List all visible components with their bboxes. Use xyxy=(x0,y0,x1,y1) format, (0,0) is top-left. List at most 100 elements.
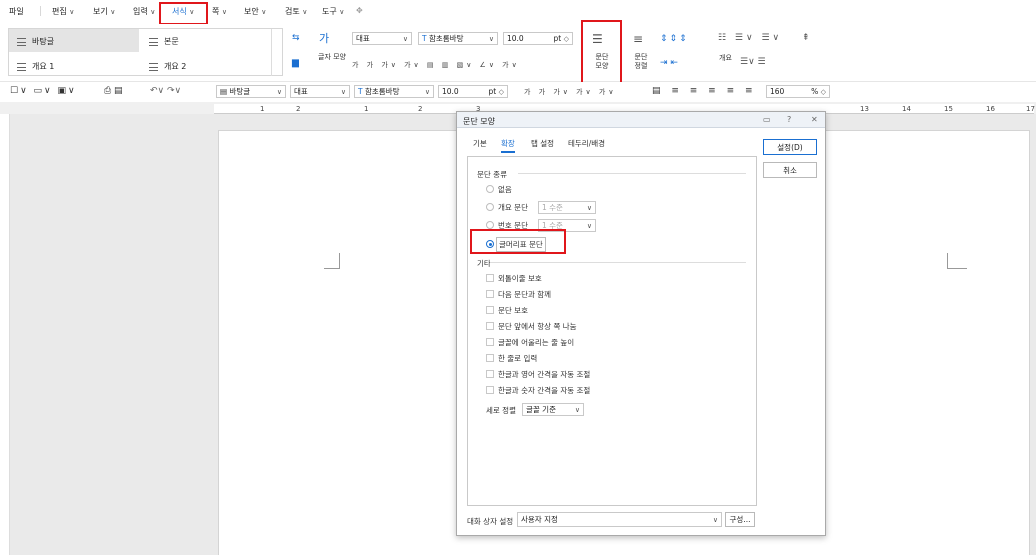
menu-page[interactable]: 쪽 ∨ xyxy=(212,6,227,17)
check-single-line[interactable] xyxy=(486,354,494,362)
cancel-button[interactable]: 취소 xyxy=(763,162,817,178)
para-shape-icon[interactable]: ☰ xyxy=(592,32,603,46)
radio-none[interactable] xyxy=(486,185,494,193)
menu-security[interactable]: 보안 ∨ xyxy=(244,6,266,17)
outline-level-dropdown[interactable]: 1 수준 ∨ xyxy=(538,201,596,214)
menu-separator xyxy=(40,6,41,16)
tab-tab-settings[interactable]: 탭 설정 xyxy=(531,138,554,149)
para-align-label[interactable]: 문단 정렬 xyxy=(632,53,650,71)
char-shape-icon[interactable]: 가 xyxy=(319,30,329,46)
menu-review[interactable]: 검토 ∨ xyxy=(285,6,307,17)
toolbar-size-dropdown[interactable]: 10.0 pt ◇ xyxy=(438,85,508,98)
paragraph-icon xyxy=(17,37,26,46)
style-label: 개요 2 xyxy=(164,62,187,71)
indent-icons[interactable]: ⇥ ⇤ xyxy=(660,58,678,68)
char-shape-label[interactable]: 글자 모양 xyxy=(318,53,346,62)
menu-edit[interactable]: 편집 ∨ xyxy=(52,6,74,17)
chevron-down-icon: ∨ xyxy=(424,87,430,96)
undo-redo-icons[interactable]: ↶∨ ↷∨ xyxy=(150,86,181,96)
file-buttons[interactable]: ☐∨ ▭∨ ▣∨ xyxy=(10,86,77,96)
toolbar-font-dropdown[interactable]: T 함초롬바탕 ∨ xyxy=(354,85,434,98)
style-item-outline2[interactable]: 개요 2 xyxy=(149,61,186,72)
bullet-icons[interactable]: ☰∨ ☰ xyxy=(740,57,766,67)
radio-number[interactable] xyxy=(486,221,494,229)
ribbon-size-dropdown[interactable]: 10.0 pt ◇ xyxy=(503,32,573,45)
group-divider xyxy=(490,262,746,263)
align-icons[interactable]: ▤ ≡ ≡ ≡ ≡ ≡ xyxy=(652,86,757,96)
extended-panel: 문단 종류 없음 개요 문단 1 수준 ∨ 번호 문단 1 수준 ∨ 글머리표 문단… xyxy=(467,156,757,506)
check-korean-number-spacing[interactable] xyxy=(486,386,494,394)
check-keep-with-next[interactable] xyxy=(486,290,494,298)
zoom-dropdown[interactable]: 160% ◇ xyxy=(766,85,830,98)
ruler-tick: 1 xyxy=(260,105,265,113)
truetype-icon: T xyxy=(422,34,427,43)
style-item-batanggeul[interactable]: 바탕글 xyxy=(17,36,54,47)
compose-button[interactable]: 구성... xyxy=(725,512,755,527)
ribbon-lang-dropdown[interactable]: 대표 ∨ xyxy=(352,32,412,45)
comment-icon[interactable]: ▭ xyxy=(763,115,771,124)
group-etc: 기타 xyxy=(477,259,491,268)
spin-icon: ◇ xyxy=(820,88,826,96)
check-font-line-height[interactable] xyxy=(486,338,494,346)
toolbar-format-buttons[interactable]: 가 가 가∨ 가∨ 가∨ xyxy=(524,87,616,97)
close-icon[interactable]: ✕ xyxy=(811,115,818,124)
check-page-break-before[interactable] xyxy=(486,322,494,330)
more-icon[interactable]: ⇞ xyxy=(802,33,810,43)
para-shape-label[interactable]: 문단 모양 xyxy=(594,53,610,71)
vertical-ruler[interactable] xyxy=(0,114,10,555)
tab-border-background[interactable]: 테두리/배경 xyxy=(568,138,605,149)
ruler-tick: 1 xyxy=(364,105,369,113)
check-label: 문단 보호 xyxy=(498,306,528,315)
menu-insert[interactable]: 입력 ∨ xyxy=(133,6,155,17)
paragraph-shape-dialog: 문단 모양 ▭ ? ✕ 기본 확장 탭 설정 테두리/배경 문단 종류 없음 개… xyxy=(456,111,826,536)
menu-tools[interactable]: 도구 ∨ xyxy=(322,6,344,17)
ribbon-format-buttons[interactable]: 가 가 가∨ 가∨ ▤ ▥ ▧∨ ∠∨ 가∨ xyxy=(352,60,520,70)
quick-toolbar: ☐∨ ▭∨ ▣∨ ⎙ ▤ ↶∨ ↷∨ ▤ 바탕글 ∨ 대표 ∨ T 함초롬바탕 ∨ 1… xyxy=(0,82,1036,102)
ok-button[interactable]: 설정(D) xyxy=(763,139,817,155)
style-gallery-scroll[interactable] xyxy=(271,29,283,76)
dialog-settings-dropdown[interactable]: 사용자 지정 ∨ xyxy=(517,512,722,527)
check-korean-english-spacing[interactable] xyxy=(486,370,494,378)
radio-none-label: 없음 xyxy=(498,185,512,194)
check-label: 외톨이줄 보호 xyxy=(498,274,542,283)
group-paragraph-type: 문단 종류 xyxy=(477,170,507,179)
check-widow-protect[interactable] xyxy=(486,274,494,282)
style-folder-icon[interactable]: ▆ xyxy=(292,58,299,68)
menu-view[interactable]: 보기 ∨ xyxy=(93,6,115,17)
print-icon[interactable]: ⎙ ▤ xyxy=(104,86,123,96)
vertical-align-label: 세로 정렬 xyxy=(486,406,516,415)
style-label: 본문 xyxy=(164,37,179,46)
toolbar-lang-dropdown[interactable]: 대표 ∨ xyxy=(290,85,350,98)
ruler-tick: 15 xyxy=(944,105,953,113)
list-icons[interactable]: ☷ ☰∨ ☰∨ xyxy=(718,33,782,43)
paragraph-icon xyxy=(149,37,158,46)
tab-basic[interactable]: 기본 xyxy=(473,138,487,149)
ribbon-toggle-icon[interactable]: ✥ xyxy=(356,6,363,15)
style-label: 개요 1 xyxy=(32,62,55,71)
highlight-menu-format xyxy=(159,2,208,25)
line-spacing-icons[interactable]: ⇕⇕⇕ xyxy=(660,34,689,44)
ruler-tick: 14 xyxy=(902,105,911,113)
style-item-outline1[interactable]: 개요 1 xyxy=(17,61,54,72)
vertical-align-dropdown[interactable]: 글꼴 기준 ∨ xyxy=(522,403,584,416)
radio-outline[interactable] xyxy=(486,203,494,211)
check-label: 다음 문단과 함께 xyxy=(498,290,552,299)
margin-mark-left xyxy=(324,253,340,269)
dialog-titlebar: 문단 모양 ▭ ? ✕ xyxy=(457,112,825,128)
app-window: 파일 편집 ∨ 보기 ∨ 입력 ∨ 서식 ∨ 쪽 ∨ 보안 ∨ 검토 ∨ 도구 … xyxy=(0,0,1036,555)
check-paragraph-protect[interactable] xyxy=(486,306,494,314)
para-align-icon[interactable]: ≡ xyxy=(633,32,643,46)
tab-extended[interactable]: 확장 xyxy=(501,138,515,153)
menu-file[interactable]: 파일 xyxy=(9,6,24,17)
dialog-title: 문단 모양 xyxy=(463,117,495,126)
help-icon[interactable]: ? xyxy=(787,115,791,124)
ribbon-font-dropdown[interactable]: T 함초롬바탕 ∨ xyxy=(418,32,498,45)
chevron-down-icon: ∨ xyxy=(340,87,346,96)
outline-label[interactable]: 개요 xyxy=(719,53,732,63)
ruler-tick: 16 xyxy=(986,105,995,113)
style-item-bonmun[interactable]: 본문 xyxy=(149,36,179,47)
highlight-bullet-radio xyxy=(470,229,566,254)
style-apply-icon[interactable]: ⇆ xyxy=(292,33,300,43)
toolbar-style-dropdown[interactable]: ▤ 바탕글 ∨ xyxy=(216,85,286,98)
chevron-down-icon: ∨ xyxy=(69,8,75,16)
